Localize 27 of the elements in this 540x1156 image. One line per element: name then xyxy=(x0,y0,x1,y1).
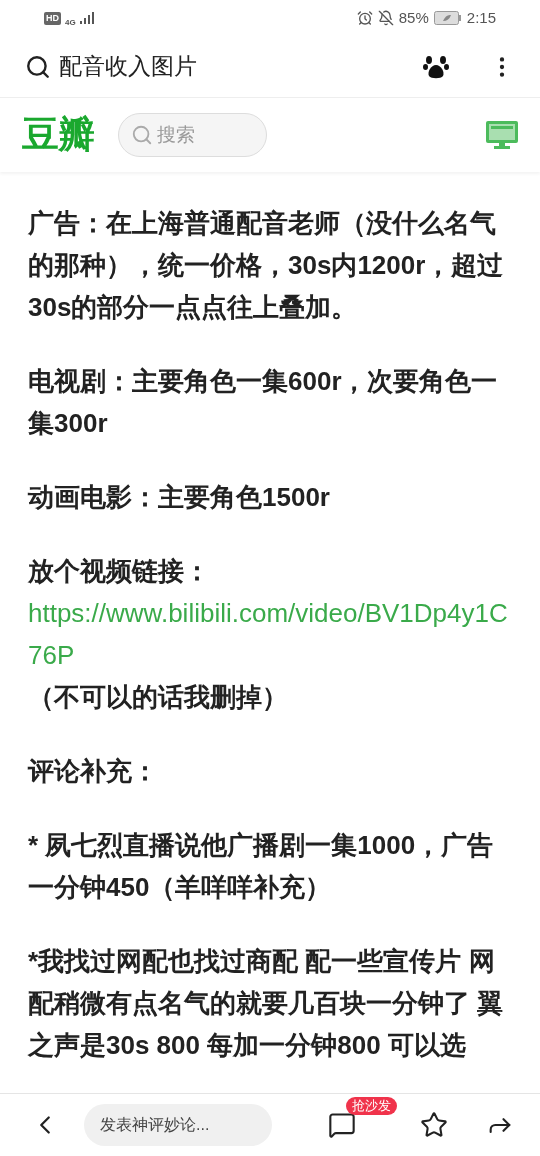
video-link[interactable]: https://www.bilibili.com/video/BV1Dp4y1C76P xyxy=(28,592,512,676)
bell-off-icon xyxy=(377,10,394,26)
paw-icon[interactable] xyxy=(423,53,449,80)
network-type: 4G xyxy=(65,18,76,27)
comment-icon[interactable] xyxy=(328,1111,356,1139)
post-paragraph: 评论补充： xyxy=(28,755,159,788)
post-paragraph: *我找过网配也找过商配 配一些宣传片 网配稍微有点名气的就要几百块一分钟了 翼之声是30s 800 每加一分钟800 可以选 xyxy=(28,945,505,1062)
favorite-icon[interactable] xyxy=(420,1111,448,1139)
hd-badge: HD xyxy=(44,11,61,25)
search-icon xyxy=(131,124,153,146)
site-search-field[interactable]: 搜索 xyxy=(118,113,267,157)
alarm-icon xyxy=(356,10,373,26)
battery-percent: 85% xyxy=(398,7,429,28)
clock-time: 2:15 xyxy=(466,7,496,28)
battery-icon xyxy=(433,11,462,25)
post-paragraph: * 夙七烈直播说他广播剧一集1000，广告一分钟450（羊咩咩补充） xyxy=(28,829,495,904)
comment-badge: 抢沙发 xyxy=(346,1097,397,1115)
search-icon[interactable] xyxy=(25,53,51,80)
search-input[interactable]: 搜索 xyxy=(157,114,247,156)
search-query[interactable]: 配音收入图片 xyxy=(59,49,423,84)
post-paragraph: 放个视频链接： https://www.bilibili.com/video/BV1Dp4y1C76P （不可以的话我删掉） xyxy=(28,550,512,718)
post-paragraph: 动画电影：主要角色1500r xyxy=(28,481,331,514)
post-paragraph: 电视剧：主要角色一集600r，次要角色一集300r xyxy=(28,365,499,440)
comment-field[interactable]: 发表神评妙论... xyxy=(84,1104,272,1146)
site-logo[interactable]: 豆瓣 xyxy=(22,107,94,163)
signal-icon xyxy=(79,12,96,24)
post-paragraph: 广告：在上海普通配音老师（没什么名气的那种），统一价格，30s内1200r，超过30s的部分一点点往上叠加。 xyxy=(28,207,505,324)
